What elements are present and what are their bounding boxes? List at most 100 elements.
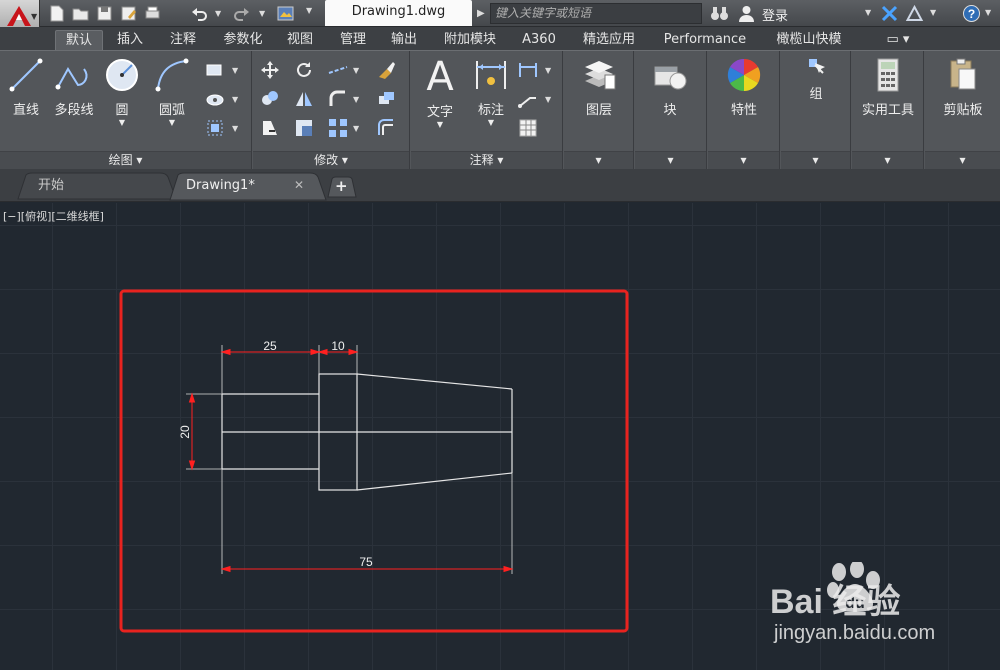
trim-icon[interactable] xyxy=(327,59,349,81)
open-file-icon[interactable] xyxy=(71,4,90,23)
help-icon[interactable]: ? xyxy=(962,4,981,23)
clipboard-panel: 剪贴板 ▾ xyxy=(925,51,1000,169)
tab-drawing1[interactable]: Drawing1* xyxy=(172,174,292,199)
properties-expand[interactable]: ▾ xyxy=(708,151,779,169)
tab-olive-mountain[interactable]: 橄榄山快模 xyxy=(768,30,850,50)
polyline-button[interactable]: 多段线 xyxy=(50,57,98,118)
block-label: 块 xyxy=(663,103,677,118)
fillet-icon[interactable] xyxy=(327,88,349,110)
erase-icon[interactable] xyxy=(375,59,397,81)
dimension-text-20: 20 xyxy=(178,425,192,439)
utilities-button[interactable]: 实用工具 xyxy=(856,57,920,118)
ribbon-minimize-button[interactable]: ▭ ▾ xyxy=(880,30,916,50)
copy-icon[interactable] xyxy=(259,88,281,110)
mirror-icon[interactable] xyxy=(293,88,315,110)
calculator-icon xyxy=(877,58,899,92)
search-input[interactable]: 键入关键字或短语 xyxy=(490,3,702,24)
tab-view[interactable]: 视图 xyxy=(280,30,320,50)
offset-icon[interactable] xyxy=(375,117,397,139)
highlight-frame xyxy=(119,289,629,633)
modify-panel-title[interactable]: 修改 ▾ xyxy=(253,151,409,169)
move-icon[interactable] xyxy=(259,59,281,81)
clipboard-expand[interactable]: ▾ xyxy=(925,151,1000,169)
extension-lines xyxy=(186,345,513,574)
polyline-label: 多段线 xyxy=(54,103,94,118)
boundary-icon[interactable] xyxy=(204,117,226,139)
utilities-expand[interactable]: ▾ xyxy=(852,151,923,169)
table-icon[interactable] xyxy=(517,117,539,139)
properties-label: 特性 xyxy=(730,103,757,118)
new-file-icon[interactable] xyxy=(47,4,66,23)
groups-button[interactable]: 组 xyxy=(791,55,841,102)
expand-search-icon[interactable]: ▶ xyxy=(477,8,485,19)
annotation-panel: A 文字 ▼ 标注 ▼ ▼ ▼ 注释 ▾ xyxy=(411,51,563,169)
tab-insert[interactable]: 插入 xyxy=(110,30,150,50)
title-bar: ▼ ▼ ▼ ▼ Drawing1.dwg ▶ 键入关键字或短语 登录 ▼ ▼ ?… xyxy=(0,0,1000,33)
text-button[interactable]: A 文字 ▼ xyxy=(419,55,461,129)
workspace-icon[interactable] xyxy=(276,4,295,23)
rectangle-icon[interactable] xyxy=(204,59,226,81)
layers-icon xyxy=(585,61,616,90)
close-tab-icon[interactable]: ✕ xyxy=(294,178,304,192)
exchange-icon[interactable] xyxy=(880,4,899,23)
tab-performance[interactable]: Performance xyxy=(655,30,755,50)
tab-a360[interactable]: A360 xyxy=(516,30,562,50)
ribbon-tab-bar: 默认 插入 注释 参数化 视图 管理 输出 附加模块 A360 精选应用 Per… xyxy=(0,27,1000,50)
stretch-icon[interactable] xyxy=(259,117,281,139)
watermark-brand: Bai 经验 xyxy=(770,583,901,621)
tab-featured-apps[interactable]: 精选应用 xyxy=(574,30,644,50)
line-icon xyxy=(9,58,43,92)
document-tab-bar: 开始 Drawing1* ✕ + xyxy=(0,169,1000,202)
block-expand[interactable]: ▾ xyxy=(635,151,706,169)
tab-annotate[interactable]: 注释 xyxy=(163,30,203,50)
document-title: Drawing1.dwg xyxy=(325,0,472,26)
a360-icon[interactable] xyxy=(905,4,924,23)
clipboard-button[interactable]: 剪贴板 xyxy=(933,57,993,118)
user-icon[interactable] xyxy=(737,4,756,23)
dimension-text-10: 10 xyxy=(331,339,345,353)
plot-icon[interactable] xyxy=(143,4,162,23)
save-icon[interactable] xyxy=(95,4,114,23)
utilities-label: 实用工具 xyxy=(861,103,914,118)
dimension-lines xyxy=(188,348,514,573)
line-label: 直线 xyxy=(12,103,39,118)
layers-label: 图层 xyxy=(585,103,612,118)
layers-button[interactable]: 图层 xyxy=(574,57,624,118)
properties-button[interactable]: 特性 xyxy=(718,57,770,118)
tab-start[interactable]: 开始 xyxy=(24,174,170,199)
annotation-panel-title[interactable]: 注释 ▾ xyxy=(411,151,562,169)
properties-panel: 特性 ▾ xyxy=(708,51,780,169)
layers-expand[interactable]: ▾ xyxy=(564,151,633,169)
tab-parametric[interactable]: 参数化 xyxy=(214,30,272,50)
circle-button[interactable]: 圆 ▼ xyxy=(102,57,142,127)
leader-icon[interactable] xyxy=(517,88,539,110)
arc-button[interactable]: 圆弧 ▼ xyxy=(150,57,194,127)
undo-icon[interactable] xyxy=(190,4,209,23)
tab-default[interactable]: 默认 xyxy=(55,30,103,50)
redo-icon[interactable] xyxy=(232,4,251,23)
arc-icon xyxy=(155,58,189,92)
draw-panel-title[interactable]: 绘图 ▾ xyxy=(0,151,251,169)
block-button[interactable]: 块 xyxy=(645,57,695,118)
hatch-icon[interactable] xyxy=(204,88,226,110)
groups-panel: 组 ▾ xyxy=(781,51,851,169)
scale-icon[interactable] xyxy=(293,117,315,139)
dimension-button[interactable]: 标注 ▼ xyxy=(469,57,513,127)
rotate-icon[interactable] xyxy=(293,59,315,81)
line-button[interactable]: 直线 xyxy=(6,57,46,118)
array-icon[interactable] xyxy=(327,117,349,139)
modify-panel: ▼ ▼ ▼ 修改 ▾ xyxy=(253,51,410,169)
explode-icon[interactable] xyxy=(375,88,397,110)
login-link[interactable]: 登录 xyxy=(762,5,788,24)
tab-manage[interactable]: 管理 xyxy=(333,30,373,50)
save-as-icon[interactable] xyxy=(119,4,138,23)
polyline-icon xyxy=(55,67,88,90)
linear-dimension-icon[interactable] xyxy=(517,59,539,81)
ribbon: 直线 多段线 圆 ▼ 圆弧 ▼ ▼ ▼ ▼ 绘图 ▾ ▼ ▼ ▼ 修改 ▾ A … xyxy=(0,50,1000,169)
new-tab-plus-icon[interactable]: + xyxy=(335,177,348,195)
tab-output[interactable]: 输出 xyxy=(384,30,424,50)
binoculars-icon[interactable] xyxy=(710,4,729,23)
groups-expand[interactable]: ▾ xyxy=(781,151,850,169)
tab-addins[interactable]: 附加模块 xyxy=(436,30,504,50)
text-icon: A xyxy=(426,54,454,100)
